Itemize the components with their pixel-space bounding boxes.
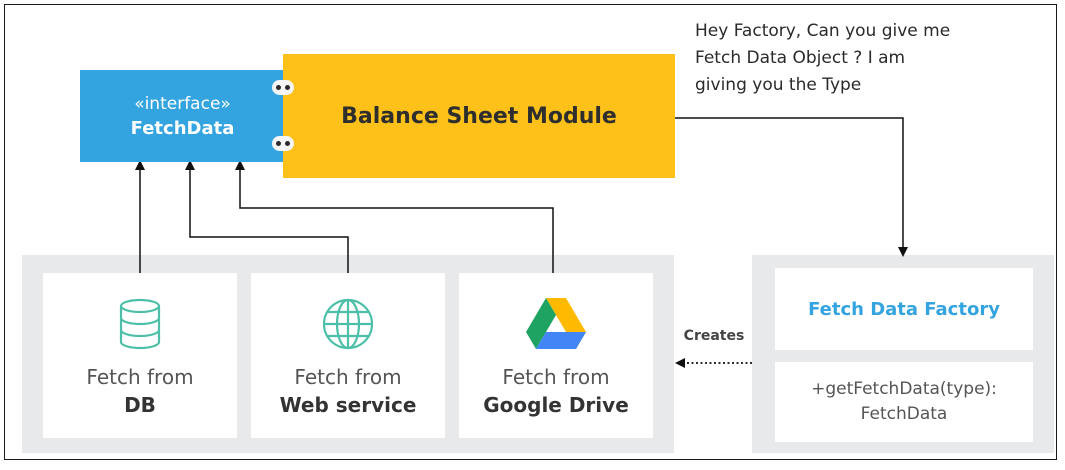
db-source-line2: DB [124,392,156,417]
globe-icon [317,295,379,353]
google-drive-icon [525,295,587,353]
database-icon [109,295,171,353]
fetch-from-db-card: Fetch from DB [43,273,237,438]
factory-method-line2: FetchData [860,404,948,424]
factory-method-line1: +getFetchData(type): [811,379,997,399]
factory-title: Fetch Data Factory [808,298,1000,320]
drive-source-line2: Google Drive [483,392,629,417]
connector-plug-bottom [272,136,294,151]
note-line-1: Hey Factory, Can you give me [695,21,951,41]
connector-plug-top [272,80,294,95]
fetch-from-google-drive-card: Fetch from Google Drive [459,273,653,438]
factory-request-note: Hey Factory, Can you give me Fetch Data … [695,18,1025,99]
creates-label: Creates [683,328,745,344]
web-source-line1: Fetch from [294,364,402,389]
fetch-from-web-service-card: Fetch from Web service [251,273,445,438]
balance-sheet-module-box: Balance Sheet Module [283,54,675,178]
fetch-data-factory-title-card: Fetch Data Factory [775,268,1033,350]
web-to-interface-arrow [185,160,349,273]
note-line-2: Fetch Data Object ? I am [695,48,906,68]
interface-stereotype: «interface» [134,93,231,114]
module-to-factory-arrow [675,117,908,257]
fetchdata-interface-box: «interface» FetchData [80,70,285,162]
module-label: Balance Sheet Module [341,103,617,129]
note-line-3: giving you the Type [695,75,862,95]
web-source-line2: Web service [279,392,417,417]
drive-source-line1: Fetch from [502,364,610,389]
drive-to-interface-arrow [235,160,554,273]
factory-method-card: +getFetchData(type): FetchData [775,362,1033,442]
interface-name: FetchData [130,117,235,139]
db-source-line1: Fetch from [86,364,194,389]
